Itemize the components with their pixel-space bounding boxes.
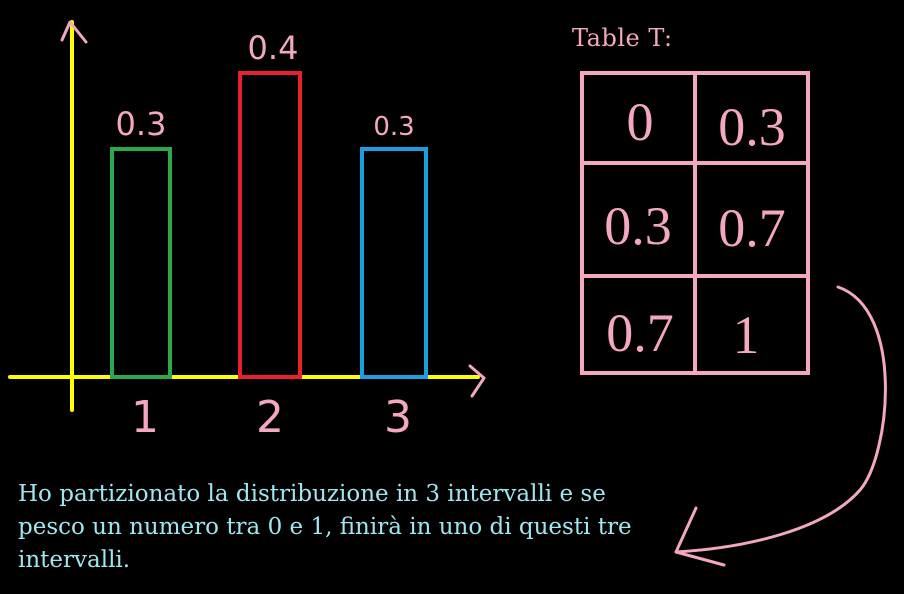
category-label: 1 bbox=[131, 392, 159, 443]
bar-3 bbox=[360, 147, 428, 379]
table-cell: 0.7 bbox=[606, 303, 674, 363]
chart-data-labels: 0.3 0.4 0.3 bbox=[116, 29, 415, 143]
chart-axes bbox=[8, 20, 486, 412]
table-title: Table T: bbox=[572, 24, 673, 52]
bar-1 bbox=[110, 147, 172, 379]
x-axis-arrow-icon bbox=[468, 364, 486, 398]
curved-arrow-icon bbox=[674, 285, 887, 567]
caption-text: Ho partizionato la distribuzione in 3 in… bbox=[18, 481, 632, 573]
category-label: 2 bbox=[256, 392, 284, 443]
table-cell: 0.3 bbox=[718, 97, 786, 157]
data-label: 0.3 bbox=[116, 105, 167, 143]
data-label: 0.4 bbox=[248, 29, 299, 67]
table-cell: 0.3 bbox=[604, 196, 672, 256]
table-cell: 1 bbox=[733, 305, 760, 365]
chart-category-labels: 1 2 3 bbox=[131, 392, 412, 443]
data-label: 0.3 bbox=[373, 112, 414, 142]
table-cell: 0.7 bbox=[718, 198, 786, 258]
table-t: 0 0.3 0.3 0.7 0.7 1 bbox=[580, 71, 810, 375]
bar-2 bbox=[238, 71, 302, 379]
table-cell: 0 bbox=[627, 92, 654, 152]
category-label: 3 bbox=[384, 392, 412, 443]
